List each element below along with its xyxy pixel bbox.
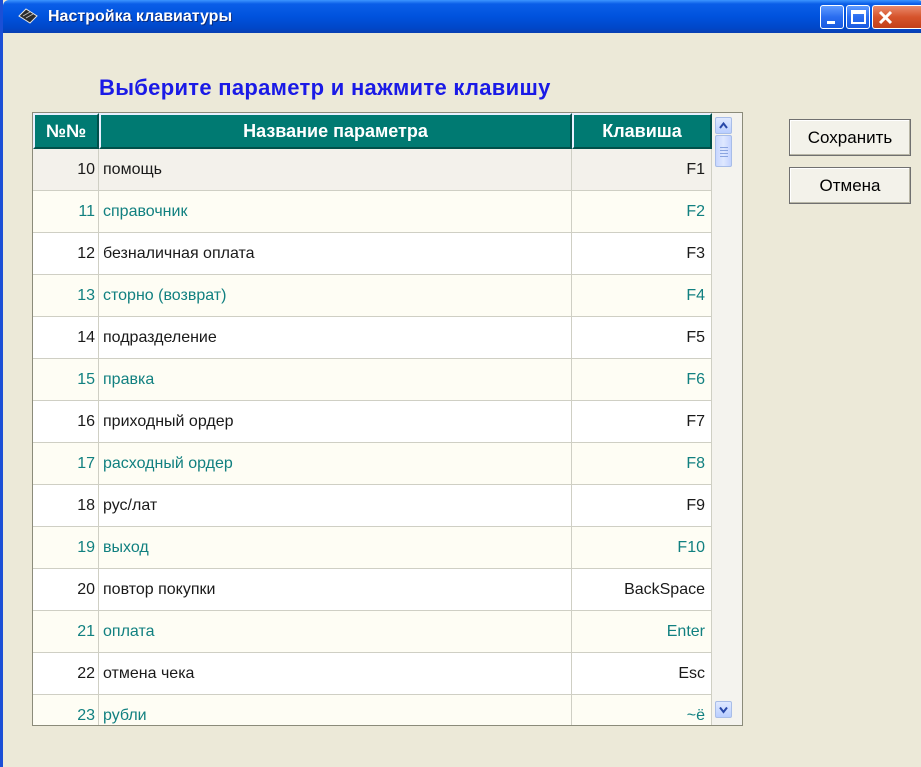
row-number: 12	[33, 233, 99, 275]
keyboard-settings-window: Настройка клавиатуры Выберите параметр и…	[0, 0, 921, 767]
row-parameter-name: расходный ордер	[99, 443, 572, 485]
maximize-button[interactable]	[846, 5, 870, 29]
row-parameter-name: помощь	[99, 149, 572, 191]
row-number: 10	[33, 149, 99, 191]
row-parameter-name: повтор покупки	[99, 569, 572, 611]
row-parameter-name: оплата	[99, 611, 572, 653]
scroll-down-button[interactable]	[715, 701, 732, 718]
minimize-button[interactable]	[820, 5, 844, 29]
row-parameter-name: правка	[99, 359, 572, 401]
table-row[interactable]: 19 выход F10	[33, 527, 712, 569]
keyboard-icon	[18, 8, 38, 24]
row-number: 14	[33, 317, 99, 359]
table-row[interactable]: 22 отмена чека Esc	[33, 653, 712, 695]
instruction-heading: Выберите параметр и нажмите клавишу	[99, 75, 551, 100]
table-row[interactable]: 13 сторно (возврат) F4	[33, 275, 712, 317]
table-row[interactable]: 20 повтор покупки BackSpace	[33, 569, 712, 611]
row-key: F1	[572, 149, 712, 191]
scroll-down-icon	[719, 706, 728, 714]
row-parameter-name: безналичная оплата	[99, 233, 572, 275]
row-parameter-name: выход	[99, 527, 572, 569]
row-number: 20	[33, 569, 99, 611]
maximize-icon	[851, 10, 866, 24]
table-row[interactable]: 15 правка F6	[33, 359, 712, 401]
row-key: F4	[572, 275, 712, 317]
row-key: F3	[572, 233, 712, 275]
table-row[interactable]: 23 рубли ~ё	[33, 695, 712, 725]
row-key: F2	[572, 191, 712, 233]
window-title: Настройка клавиатуры	[48, 8, 233, 25]
row-key: F7	[572, 401, 712, 443]
row-parameter-name: отмена чека	[99, 653, 572, 695]
row-parameter-name: рус/лат	[99, 485, 572, 527]
table-body: 10 помощь F1 11 справочник F2 12 безнали…	[33, 149, 712, 725]
row-number: 19	[33, 527, 99, 569]
scroll-up-icon	[719, 121, 728, 129]
row-key: F10	[572, 527, 712, 569]
table-row[interactable]: 11 справочник F2	[33, 191, 712, 233]
row-number: 22	[33, 653, 99, 695]
scroll-up-button[interactable]	[715, 117, 732, 134]
key-settings-table[interactable]: №№ Название параметра Клавиша 10 помощь …	[32, 112, 743, 726]
row-number: 21	[33, 611, 99, 653]
column-header-number[interactable]: №№	[33, 113, 99, 149]
row-parameter-name: сторно (возврат)	[99, 275, 572, 317]
row-key: F9	[572, 485, 712, 527]
row-number: 17	[33, 443, 99, 485]
row-number: 16	[33, 401, 99, 443]
table-row[interactable]: 14 подразделение F5	[33, 317, 712, 359]
row-number: 13	[33, 275, 99, 317]
scroll-thumb[interactable]	[715, 135, 732, 167]
table-row[interactable]: 16 приходный ордер F7	[33, 401, 712, 443]
table-row[interactable]: 18 рус/лат F9	[33, 485, 712, 527]
row-parameter-name: рубли	[99, 695, 572, 725]
table-row[interactable]: 21 оплата Enter	[33, 611, 712, 653]
table-row[interactable]: 17 расходный ордер F8	[33, 443, 712, 485]
column-header-key[interactable]: Клавиша	[572, 113, 712, 149]
row-parameter-name: подразделение	[99, 317, 572, 359]
close-icon	[878, 10, 893, 25]
vertical-scrollbar[interactable]	[712, 113, 742, 725]
save-button[interactable]: Сохранить	[789, 119, 911, 156]
row-key: Esc	[572, 653, 712, 695]
row-parameter-name: справочник	[99, 191, 572, 233]
row-number: 18	[33, 485, 99, 527]
table-row[interactable]: 10 помощь F1	[33, 149, 712, 191]
close-button[interactable]	[872, 5, 921, 29]
minimize-icon	[827, 21, 835, 24]
title-bar[interactable]: Настройка клавиатуры	[3, 0, 921, 33]
table-row[interactable]: 12 безналичная оплата F3	[33, 233, 712, 275]
row-key: F6	[572, 359, 712, 401]
row-number: 11	[33, 191, 99, 233]
row-key: Enter	[572, 611, 712, 653]
column-header-name[interactable]: Название параметра	[99, 113, 572, 149]
row-number: 23	[33, 695, 99, 725]
cancel-button[interactable]: Отмена	[789, 167, 911, 204]
row-key: F8	[572, 443, 712, 485]
row-key: F5	[572, 317, 712, 359]
row-key: ~ё	[572, 695, 712, 725]
row-number: 15	[33, 359, 99, 401]
row-parameter-name: приходный ордер	[99, 401, 572, 443]
row-key: BackSpace	[572, 569, 712, 611]
